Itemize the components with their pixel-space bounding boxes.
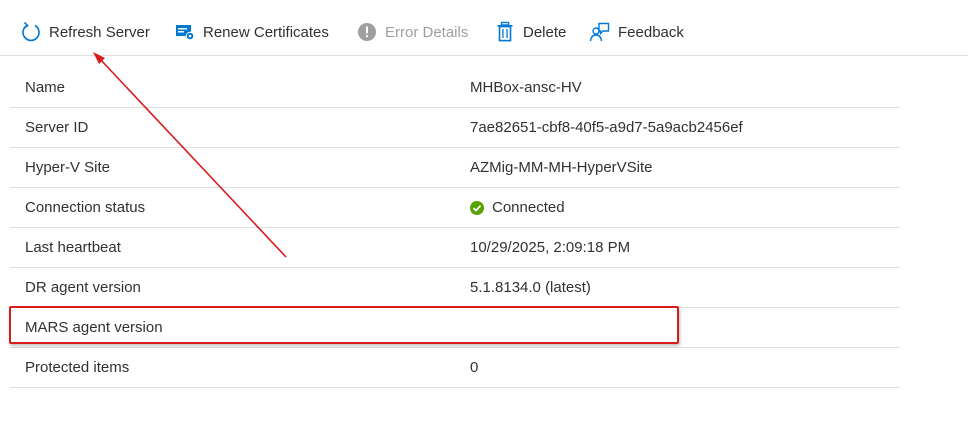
command-bar: Refresh Server Renew Certificates Error … bbox=[0, 0, 968, 56]
property-value: 0 bbox=[470, 359, 479, 376]
error-details-label: Error Details bbox=[385, 23, 469, 41]
property-row-dr-agent-version: DR agent version 5.1.8134.0 (latest) bbox=[10, 268, 900, 308]
annotation-highlight-box bbox=[9, 306, 679, 344]
property-label: Name bbox=[25, 79, 66, 96]
property-value: 5.1.8134.0 (latest) bbox=[470, 279, 591, 296]
renew-certificates-button[interactable]: Renew Certificates bbox=[174, 18, 329, 46]
property-row-name: Name MHBox-ansc-HV bbox=[10, 68, 900, 108]
property-label: Hyper-V Site bbox=[25, 159, 111, 176]
property-row-last-heartbeat: Last heartbeat 10/29/2025, 2:09:18 PM bbox=[10, 228, 900, 268]
property-value: 7ae82651-cbf8-40f5-a9d7-5a9acb2456ef bbox=[470, 119, 743, 136]
connection-status-text: Connected bbox=[492, 199, 565, 216]
info-icon bbox=[356, 21, 378, 43]
refresh-server-label: Refresh Server bbox=[49, 23, 150, 41]
property-row-hyperv-site: Hyper-V Site AZMig-MM-MH-HyperVSite bbox=[10, 148, 900, 188]
property-value: MHBox-ansc-HV bbox=[470, 79, 582, 96]
renew-certificates-label: Renew Certificates bbox=[203, 23, 329, 41]
feedback-icon bbox=[589, 21, 611, 43]
property-label: Server ID bbox=[25, 119, 89, 136]
feedback-label: Feedback bbox=[618, 23, 684, 41]
property-value-status: Connected bbox=[470, 199, 565, 216]
property-row-server-id: Server ID 7ae82651-cbf8-40f5-a9d7-5a9acb… bbox=[10, 108, 900, 148]
check-circle-icon bbox=[470, 200, 484, 215]
property-value: 10/29/2025, 2:09:18 PM bbox=[470, 239, 631, 256]
property-row-protected-items: Protected items 0 bbox=[10, 348, 900, 388]
property-label: Last heartbeat bbox=[25, 239, 121, 256]
error-details-button[interactable]: Error Details bbox=[356, 18, 468, 46]
delete-button[interactable]: Delete bbox=[494, 18, 566, 46]
feedback-button[interactable]: Feedback bbox=[589, 18, 684, 46]
property-label: DR agent version bbox=[25, 279, 141, 296]
certificate-icon bbox=[174, 21, 196, 43]
property-label: Connection status bbox=[25, 199, 146, 216]
trash-icon bbox=[494, 21, 516, 43]
delete-label: Delete bbox=[523, 23, 567, 41]
property-value: AZMig-MM-MH-HyperVSite bbox=[470, 159, 653, 176]
property-row-connection-status: Connection status Connected bbox=[10, 188, 900, 228]
property-label: Protected items bbox=[25, 359, 130, 376]
refresh-server-button[interactable]: Refresh Server bbox=[20, 18, 150, 46]
refresh-icon bbox=[20, 21, 42, 43]
